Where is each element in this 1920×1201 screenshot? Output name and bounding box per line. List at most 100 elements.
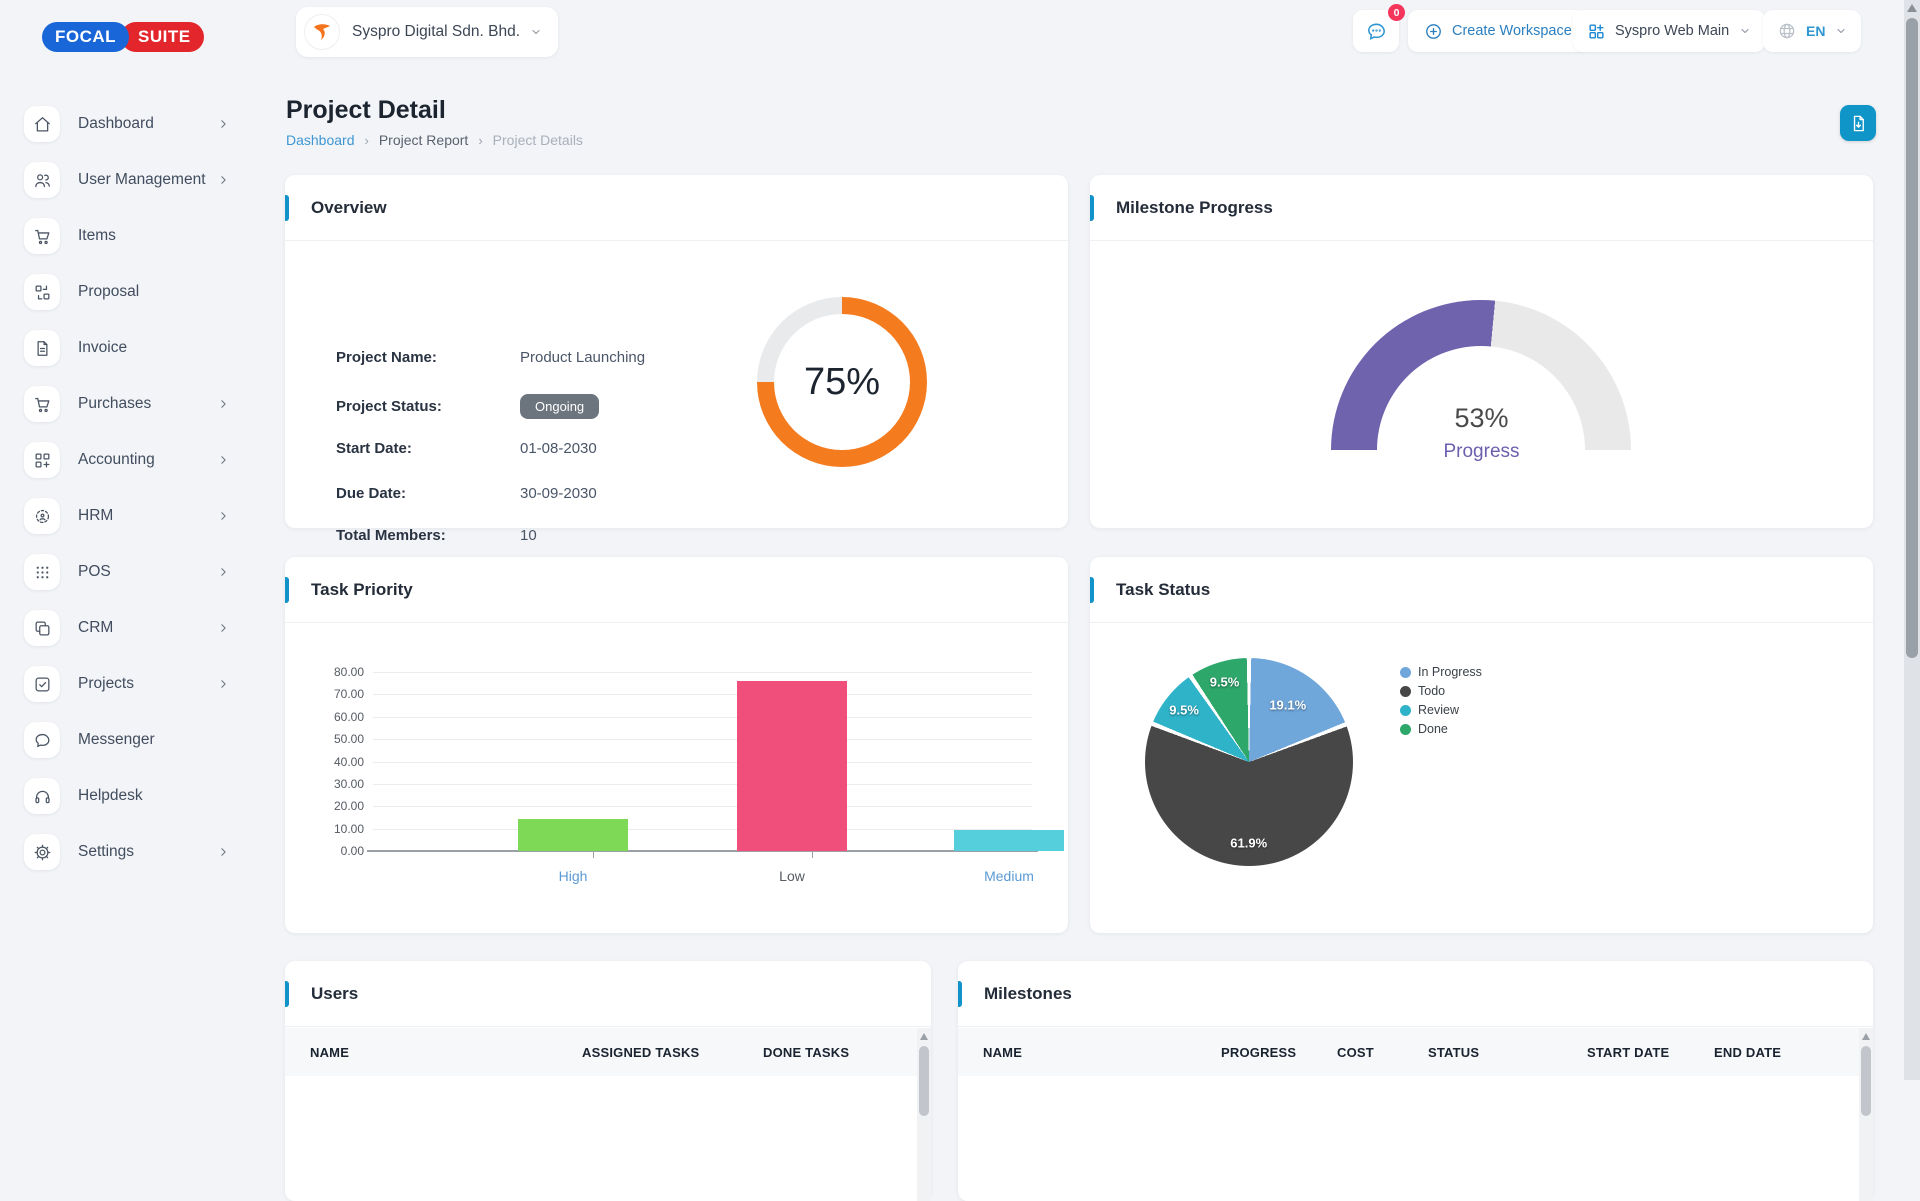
x-axis-label-high[interactable]: High	[518, 868, 628, 884]
sidebar-item-projects[interactable]: Projects	[0, 656, 256, 712]
users-card-header: Users	[285, 961, 931, 1027]
chevron-right-icon	[217, 566, 230, 579]
scrollbar-thumb[interactable]	[1906, 18, 1918, 658]
status-badge: Ongoing	[520, 394, 599, 419]
breadcrumb-project-report[interactable]: Project Report	[379, 132, 468, 148]
language-selector[interactable]: EN	[1763, 10, 1861, 52]
column-header-status: STATUS	[1428, 1045, 1479, 1060]
card-accent-bar	[285, 981, 289, 1007]
column-header-name: NAME	[310, 1045, 349, 1060]
export-report-button[interactable]	[1840, 105, 1876, 141]
gridline	[373, 829, 1032, 830]
users-table-row	[285, 1076, 917, 1116]
app-switcher[interactable]: Syspro Web Main	[1573, 10, 1765, 52]
sidebar-item-settings[interactable]: Settings	[0, 824, 256, 880]
sidebar-item-label: Settings	[78, 843, 134, 861]
dots-icon	[24, 554, 60, 590]
breadcrumb-dashboard[interactable]: Dashboard	[286, 132, 355, 148]
breadcrumb-separator: ›	[365, 133, 369, 148]
x-axis-label-low[interactable]: Low	[737, 868, 847, 884]
sidebar-item-messenger[interactable]: Messenger	[0, 712, 256, 768]
globe-icon	[1777, 21, 1797, 41]
sidebar-item-user-management[interactable]: User Management	[0, 152, 256, 208]
logo-suite: SUITE	[121, 22, 204, 52]
scrollbar-thumb[interactable]	[1861, 1046, 1871, 1116]
create-workspace-button[interactable]: Create Workspace	[1408, 10, 1588, 52]
legend-item-review[interactable]: Review	[1400, 703, 1482, 717]
users-icon	[24, 162, 60, 198]
sidebar-item-crm[interactable]: CRM	[0, 600, 256, 656]
legend-label: Done	[1418, 722, 1448, 736]
grid-plus-icon	[24, 442, 60, 478]
gridline	[373, 762, 1032, 763]
page-title: Project Detail	[286, 96, 446, 125]
overview-card-title: Overview	[311, 198, 387, 218]
scrollbar-up-arrow[interactable]	[1862, 1033, 1870, 1040]
sidebar-item-proposal[interactable]: Proposal	[0, 264, 256, 320]
sidebar-item-hrm[interactable]: HRM	[0, 488, 256, 544]
milestone-progress-value: 53%	[1090, 403, 1873, 434]
scrollbar-up-arrow[interactable]	[920, 1033, 928, 1040]
chevron-right-icon	[217, 622, 230, 635]
sidebar-item-dashboard[interactable]: Dashboard	[0, 96, 256, 152]
task-status-legend: In Progress Todo Review Done	[1400, 665, 1482, 741]
scrollbar-up-arrow[interactable]	[1907, 4, 1917, 12]
x-axis-tick	[593, 851, 594, 858]
milestone-progress-label: Progress	[1090, 441, 1873, 463]
file-icon	[24, 330, 60, 366]
chevron-down-icon	[1739, 25, 1751, 37]
check-square-icon	[24, 666, 60, 702]
messages-button[interactable]: 0	[1353, 10, 1399, 52]
overview-field-label: Project Name:	[336, 349, 520, 366]
y-axis-tick-label: 30.00	[304, 777, 364, 791]
sidebar-item-helpdesk[interactable]: Helpdesk	[0, 768, 256, 824]
gridline	[373, 806, 1032, 807]
create-workspace-label: Create Workspace	[1452, 23, 1572, 39]
overview-field-row: Project Name: Product Launching	[336, 349, 645, 366]
overview-field-value: Product Launching	[520, 349, 645, 366]
task-status-pie-chart: 19.1%61.9%9.5%9.5%	[1145, 658, 1353, 866]
project-progress-donut-chart: 75%	[757, 297, 927, 467]
task-status-card-header: Task Status	[1090, 557, 1873, 623]
legend-item-todo[interactable]: Todo	[1400, 684, 1482, 698]
milestones-table-scrollbar[interactable]	[1859, 1028, 1873, 1201]
sidebar-item-label: Dashboard	[78, 115, 154, 133]
x-axis-label-medium[interactable]: Medium	[954, 868, 1064, 884]
overview-field-row: Total Members: 10	[336, 527, 537, 544]
legend-label: Review	[1418, 703, 1459, 717]
gridline	[373, 784, 1032, 785]
sidebar-item-purchases[interactable]: Purchases	[0, 376, 256, 432]
sidebar-item-invoice[interactable]: Invoice	[0, 320, 256, 376]
sidebar-item-label: User Management	[78, 171, 206, 189]
scrollbar-thumb[interactable]	[919, 1046, 929, 1116]
gear-icon	[24, 834, 60, 870]
chat-badge: 0	[1388, 4, 1405, 21]
sidebar-item-label: Items	[78, 227, 116, 245]
sidebar-item-items[interactable]: Items	[0, 208, 256, 264]
cart-icon	[24, 218, 60, 254]
sidebar-item-pos[interactable]: POS	[0, 544, 256, 600]
legend-item-done[interactable]: Done	[1400, 722, 1482, 736]
sidebar-item-accounting[interactable]: Accounting	[0, 432, 256, 488]
overview-card-header: Overview	[285, 175, 1068, 241]
page-scrollbar[interactable]	[1904, 0, 1920, 1080]
y-axis-tick-label: 70.00	[304, 687, 364, 701]
column-header-done-tasks: DONE TASKS	[763, 1045, 849, 1060]
users-table-scrollbar[interactable]	[917, 1028, 931, 1201]
file-download-icon	[1849, 114, 1868, 133]
breadcrumb-separator: ›	[478, 133, 482, 148]
overview-field-label: Due Date:	[336, 485, 520, 502]
workspace-selector[interactable]: Syspro Digital Sdn. Bhd.	[296, 7, 558, 57]
app-logo[interactable]: FOCAL SUITE	[42, 22, 204, 52]
sidebar-nav: Dashboard User Management Items Proposal…	[0, 96, 256, 880]
chevron-right-icon	[217, 846, 230, 859]
users-card-title: Users	[311, 984, 358, 1004]
legend-item-in-progress[interactable]: In Progress	[1400, 665, 1482, 679]
chevron-right-icon	[217, 118, 230, 131]
card-accent-bar	[958, 981, 962, 1007]
task-priority-card-title: Task Priority	[311, 580, 413, 600]
app-switcher-label: Syspro Web Main	[1615, 23, 1729, 39]
column-header-name: NAME	[983, 1045, 1022, 1060]
overview-field-label: Total Members:	[336, 527, 520, 544]
card-accent-bar	[1090, 195, 1094, 221]
